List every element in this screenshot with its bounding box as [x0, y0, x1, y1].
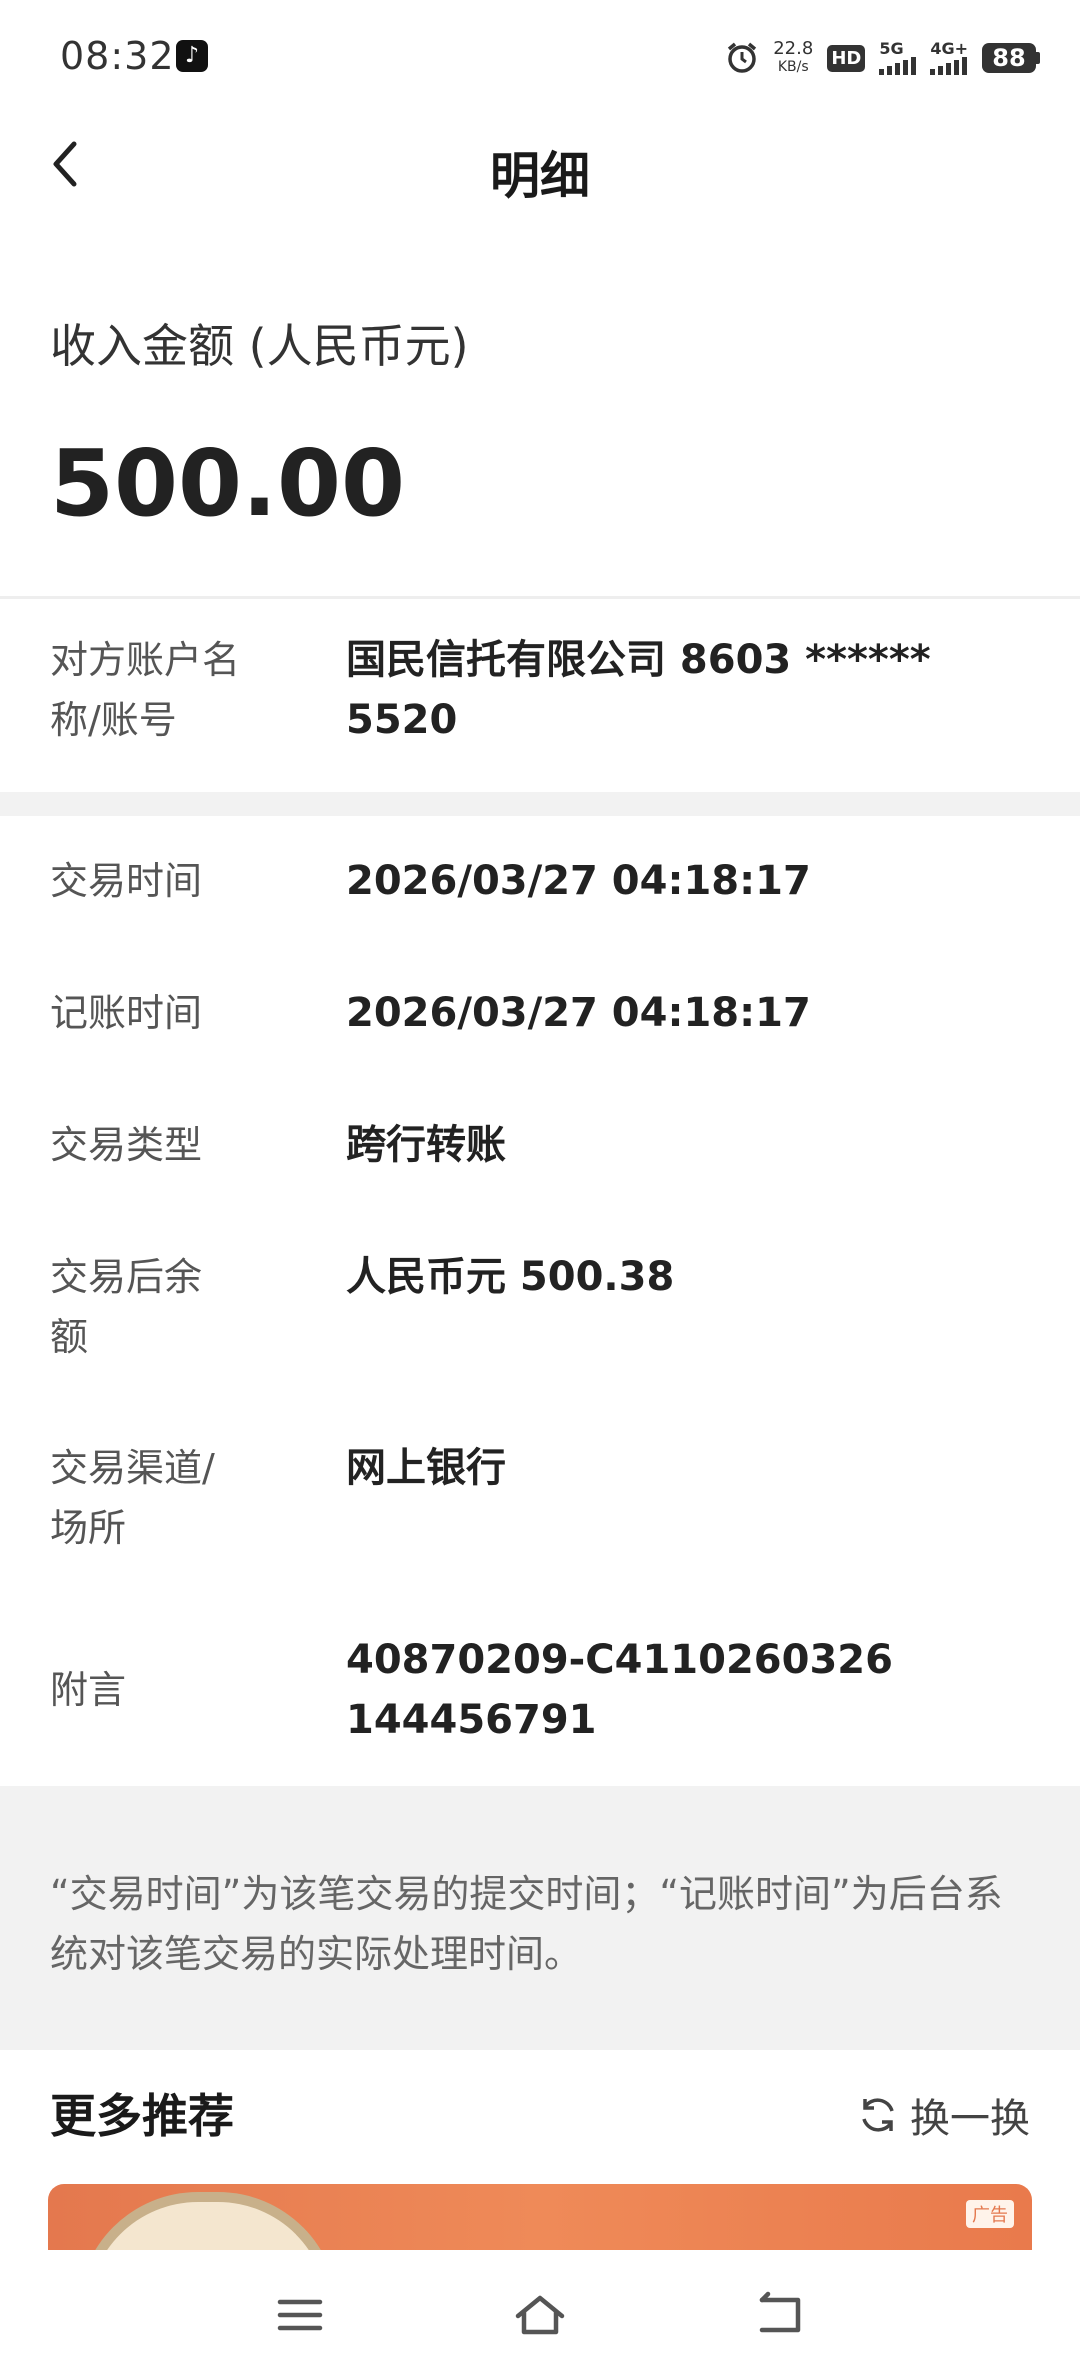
- detail-value: 2026/03/27 04:18:17: [346, 858, 811, 904]
- system-nav-bar: [0, 2250, 1080, 2376]
- status-icons: 22.8 KB/s HD 5G 4G+ 88: [725, 36, 1040, 80]
- detail-value: 人民币元 500.38: [346, 1254, 675, 1300]
- banner-illustration: [78, 2192, 338, 2250]
- detail-value: 网上银行: [346, 1445, 506, 1491]
- menu-icon[interactable]: [272, 2290, 328, 2340]
- note-section: “交易时间”为该笔交易的提交时间；“记账时间”为后台系统对该笔交易的实际处理时间…: [0, 1786, 1080, 2050]
- detail-value: 40870209-C4110260326144456791: [346, 1637, 893, 1743]
- amount-label: 收入金额 (人民币元): [50, 319, 469, 373]
- network-speed: 22.8 KB/s: [773, 40, 813, 76]
- refresh-button[interactable]: 换一换: [856, 2086, 1030, 2144]
- alarm-icon: [728, 42, 757, 73]
- account-value: 国民信托有限公司 8603 ****** 5520: [346, 637, 931, 743]
- refresh-label: 换一换: [910, 2096, 1030, 2142]
- signal-5g-icon: 5G: [879, 39, 917, 75]
- battery-level: 88: [982, 43, 1036, 73]
- ad-banner[interactable]: 广告: [48, 2184, 1032, 2250]
- detail-value: 2026/03/27 04:18:17: [346, 990, 811, 1036]
- network-speed-unit: KB/s: [777, 59, 809, 75]
- ad-tag: 广告: [966, 2200, 1014, 2228]
- network-speed-value: 22.8: [773, 38, 814, 59]
- hd-voice-icon: HD: [827, 44, 866, 72]
- note-text: “交易时间”为该笔交易的提交时间；“记账时间”为后台系统对该笔交易的实际处理时间…: [50, 1872, 1003, 1976]
- detail-label: 交易渠道/场所: [50, 1446, 215, 1550]
- amount-value: 500.00: [50, 430, 406, 537]
- divider: [0, 596, 1080, 599]
- back-nav-icon[interactable]: [752, 2290, 808, 2340]
- battery-icon: 88: [982, 43, 1040, 73]
- section-divider: [0, 792, 1080, 816]
- status-time: 08:32: [60, 34, 175, 78]
- account-label: 对方账户名称/账号: [50, 638, 241, 742]
- detail-label: 附言: [50, 1668, 127, 1712]
- detail-value: 跨行转账: [346, 1122, 506, 1168]
- tiktok-notification-icon: ♪: [176, 40, 208, 72]
- signal-4g-icon: 4G+: [930, 41, 968, 75]
- signal-5g-label: 5G: [879, 39, 904, 58]
- page-header: 明细: [0, 110, 1080, 220]
- home-icon[interactable]: [512, 2290, 568, 2340]
- detail-label: 记账时间: [50, 991, 203, 1035]
- detail-label: 交易时间: [50, 859, 203, 903]
- recommend-title: 更多推荐: [50, 2089, 234, 2143]
- refresh-icon: [862, 2098, 894, 2132]
- signal-4g-label: 4G+: [930, 39, 968, 58]
- detail-label: 交易类型: [50, 1123, 203, 1167]
- status-bar: 08:32 ♪ 22.8 KB/s HD 5G 4G+ 88: [0, 0, 1080, 110]
- detail-label: 交易后余额: [50, 1255, 203, 1359]
- page-title: 明细: [490, 147, 590, 205]
